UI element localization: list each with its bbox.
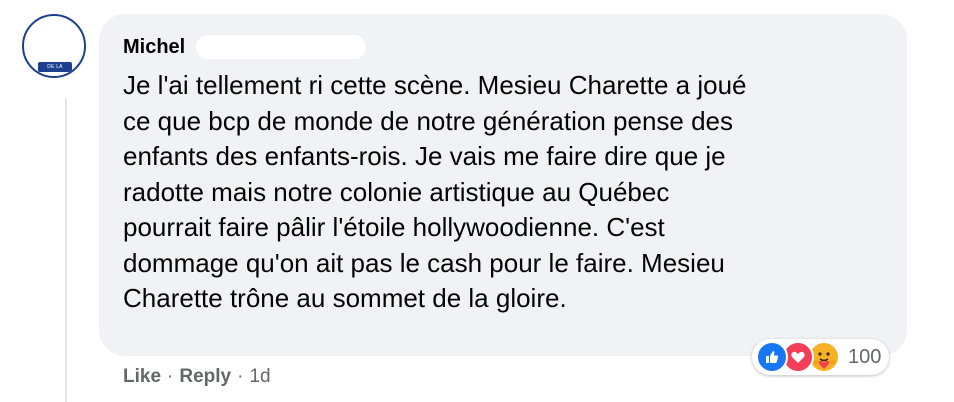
comment-line: Charette trône au sommet de la gloire. (123, 283, 567, 313)
comment-line: dommage qu'on ait pas le cash pour le fa… (123, 247, 725, 278)
like-icon (756, 341, 788, 373)
reactions-summary[interactable]: 100 (752, 339, 890, 375)
comment-bubble: Michel Je l'ai tellement ri cette scène.… (99, 14, 907, 356)
author-row: Michel (123, 32, 366, 62)
comment-line: ce que bcp de monde de notre génération … (123, 105, 734, 136)
separator: · (167, 366, 174, 387)
comment-line: pourrait faire pâlir l'étoile hollywoodi… (123, 212, 665, 242)
comment-actions: Like · Reply · 1d (123, 362, 271, 392)
comment-line: Je l'ai tellement ri cette scène. Mesieu… (123, 70, 747, 100)
separator: · (237, 366, 244, 387)
reply-button[interactable]: Reply (179, 366, 231, 387)
avatar-badge: DE LA GAMTE (38, 62, 72, 76)
reaction-count: 100 (848, 345, 882, 368)
comment-line: radotte mais notre colonie artistique au… (123, 176, 670, 207)
like-button[interactable]: Like (123, 366, 161, 387)
author-name[interactable]: Michel (123, 32, 185, 62)
comment-text: Je l'ai tellement ri cette scène. Mesieu… (123, 68, 883, 317)
avatar[interactable]: DE LA GAMTE (22, 14, 86, 78)
comment-line: enfants des enfants-rois. Je vais me fai… (123, 141, 726, 171)
redacted-name (195, 35, 366, 59)
timestamp[interactable]: 1d (249, 366, 270, 387)
thread-line (65, 98, 67, 402)
